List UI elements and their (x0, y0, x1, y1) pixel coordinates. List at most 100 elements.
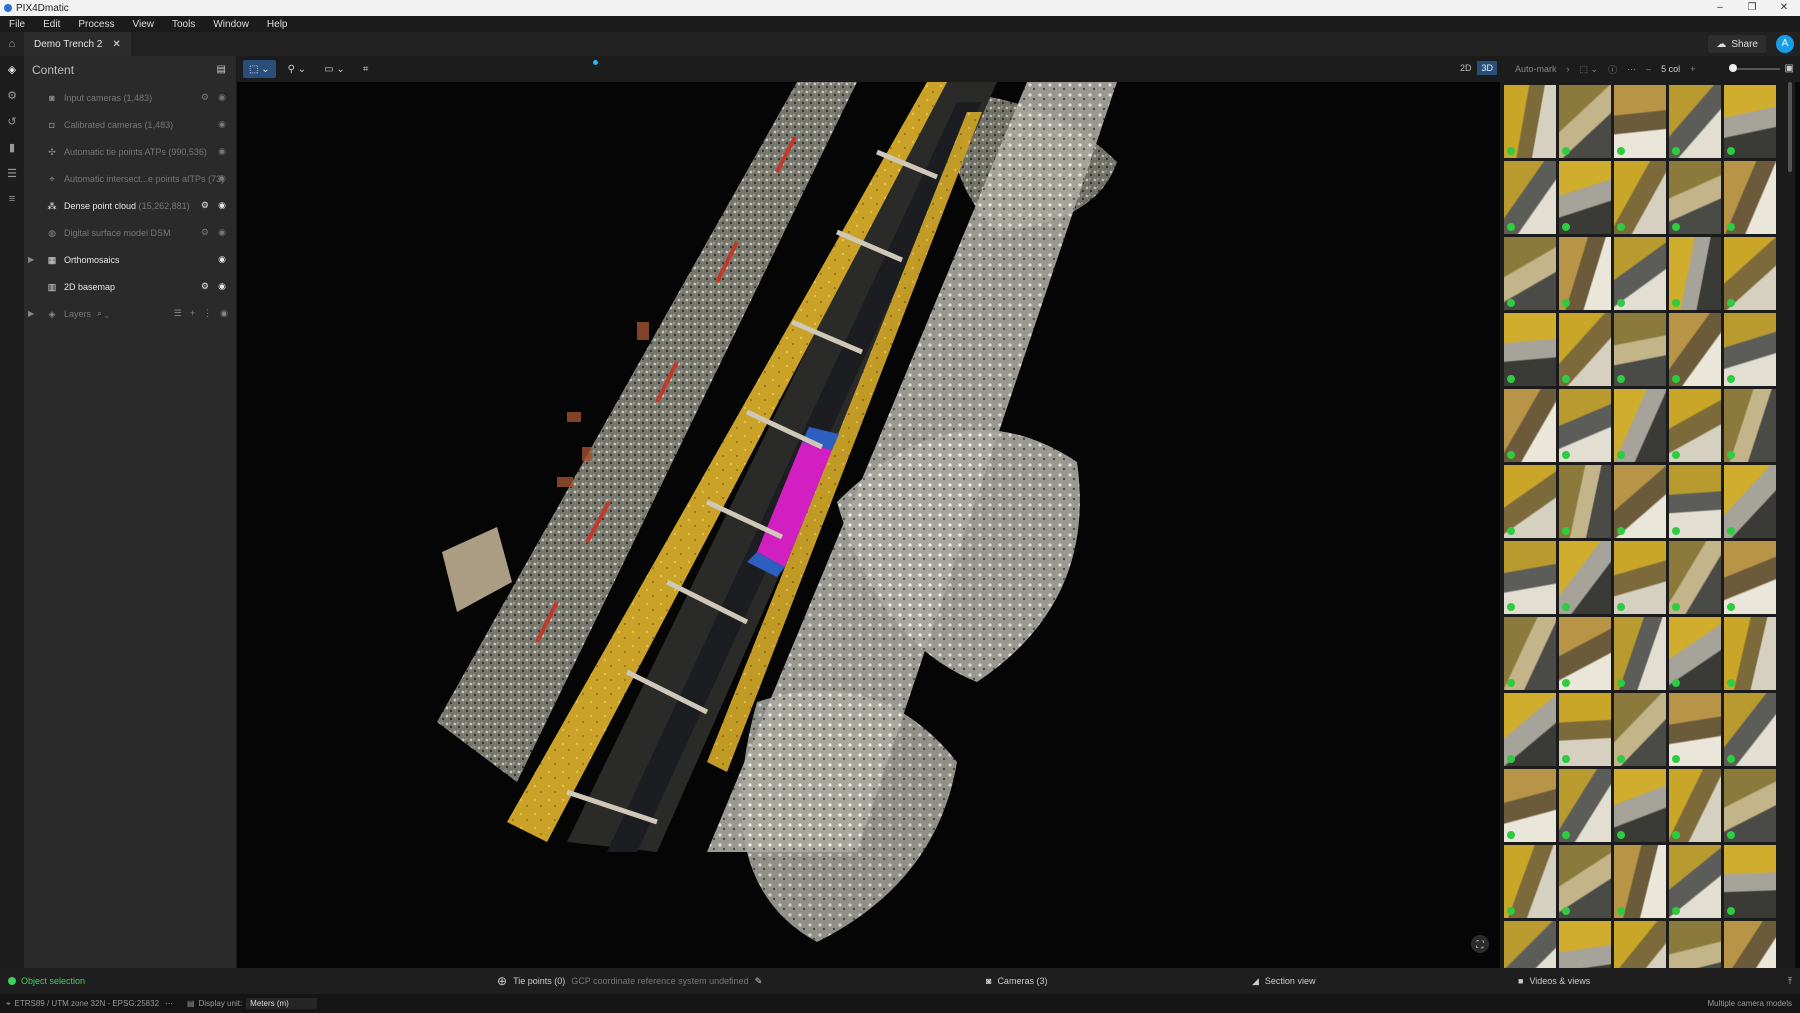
photo-thumbnail[interactable] (1669, 541, 1721, 614)
maximize-button[interactable]: ❐ (1736, 0, 1768, 16)
mode-3d-button[interactable]: 3D (1477, 61, 1497, 75)
photo-thumbnail[interactable] (1614, 769, 1666, 842)
photo-thumbnail[interactable] (1669, 161, 1721, 234)
photo-thumbnail[interactable] (1614, 161, 1666, 234)
photo-thumbnail[interactable] (1559, 465, 1611, 538)
videos-segment[interactable]: ■ Videos & views (1518, 976, 1590, 986)
search-icon[interactable]: ⌕ ⌄ (97, 308, 109, 319)
filter-dropdown[interactable]: ⬚ ⌄ (1580, 64, 1599, 75)
close-window-button[interactable]: ✕ (1768, 0, 1800, 16)
more-icon[interactable]: ⋮ (203, 308, 212, 319)
expand-arrow-icon[interactable]: ▶ (28, 255, 38, 264)
photo-thumbnail[interactable] (1559, 921, 1611, 968)
photo-thumbnail[interactable] (1614, 85, 1666, 158)
section-view-segment[interactable]: ◢ Section view (1252, 976, 1315, 987)
photo-thumbnail[interactable] (1669, 465, 1721, 538)
photo-thumbnail[interactable] (1724, 845, 1776, 918)
close-tab-icon[interactable]: ✕ (112, 39, 120, 50)
photo-thumbnail[interactable] (1724, 769, 1776, 842)
photo-thumbnail[interactable] (1559, 769, 1611, 842)
photo-thumbnail[interactable] (1504, 85, 1556, 158)
cameras-segment[interactable]: ◙ Cameras (3) (986, 976, 1047, 986)
home-icon[interactable]: ⌂ (0, 32, 24, 56)
photo-thumbnail[interactable] (1559, 541, 1611, 614)
avatar[interactable]: A (1776, 35, 1794, 53)
marker-tool-button[interactable]: ⚲ ⌄ (282, 60, 312, 78)
list-icon[interactable]: ≡ (0, 186, 24, 212)
layer-list-icon[interactable]: ☰ (174, 308, 182, 319)
photo-thumbnail[interactable] (1669, 845, 1721, 918)
panel-options-icon[interactable]: ▤ (217, 64, 226, 75)
photo-thumbnail[interactable] (1504, 389, 1556, 462)
photo-thumbnail[interactable] (1504, 921, 1556, 968)
content-item-dense-point-cloud[interactable]: ⁂ Dense point cloud (15,262,881) ⚙ ◉ (24, 192, 236, 219)
3d-viewport[interactable]: ⛶ (237, 82, 1505, 968)
menu-view[interactable]: View (123, 19, 163, 30)
layers-row[interactable]: ▶ ◈ Layers ⌕ ⌄ ☰ + ⋮ ◉ (24, 300, 236, 327)
photo-thumbnail[interactable] (1559, 313, 1611, 386)
crs-chevron-icon[interactable]: ⋯ (165, 999, 173, 1008)
eye-icon[interactable]: ◉ (218, 92, 226, 103)
menu-tools[interactable]: Tools (163, 19, 204, 30)
photo-thumbnail[interactable] (1614, 465, 1666, 538)
photo-thumbnail[interactable] (1559, 161, 1611, 234)
photo-thumbnail[interactable] (1669, 617, 1721, 690)
photo-thumbnail[interactable] (1724, 693, 1776, 766)
photo-thumbnail[interactable] (1669, 769, 1721, 842)
photo-thumbnail[interactable] (1614, 389, 1666, 462)
collapse-panel-icon[interactable]: ⤒ (1788, 976, 1792, 987)
photo-thumbnail[interactable] (1614, 845, 1666, 918)
photo-thumbnail[interactable] (1614, 237, 1666, 310)
photo-thumbnail[interactable] (1504, 617, 1556, 690)
gallery-scrollbar[interactable] (1788, 82, 1792, 172)
photo-thumbnail[interactable] (1559, 237, 1611, 310)
menu-help[interactable]: Help (258, 19, 297, 30)
gear-icon[interactable]: ⚙ (201, 92, 209, 103)
chart-icon[interactable]: ▮ (0, 134, 24, 160)
sliders-icon[interactable]: ☰ (0, 160, 24, 186)
eye-icon[interactable]: ◉ (218, 119, 226, 130)
minimize-button[interactable]: – (1704, 0, 1736, 16)
crop-tool-button[interactable]: ⌗ (357, 60, 375, 78)
view-tool-button[interactable]: ▭ ⌄ (318, 60, 351, 78)
photo-thumbnail[interactable] (1559, 693, 1611, 766)
slider-knob[interactable] (1729, 64, 1737, 72)
photo-thumbnail[interactable] (1504, 313, 1556, 386)
photo-thumbnail[interactable] (1614, 617, 1666, 690)
gallery-view-icon[interactable]: ▣ (1785, 63, 1794, 74)
photo-thumbnail[interactable] (1724, 541, 1776, 614)
edit-icon[interactable]: ✎ (755, 976, 763, 987)
menu-window[interactable]: Window (204, 19, 258, 30)
menu-process[interactable]: Process (69, 19, 123, 30)
settings-icon[interactable]: ⚙ (0, 82, 24, 108)
content-item-automatic-intersect-e-points-aitps[interactable]: ⌖ Automatic intersect...e points aITPs (7… (24, 165, 236, 192)
photo-thumbnail[interactable] (1559, 389, 1611, 462)
tab-demo-trench-2[interactable]: Demo Trench 2 ✕ (24, 32, 131, 56)
display-unit-select[interactable]: Meters (m) (246, 998, 317, 1009)
info-icon[interactable]: ⓘ (1608, 63, 1617, 76)
history-icon[interactable]: ↺ (0, 108, 24, 134)
object-selection-status[interactable]: Object selection (8, 976, 85, 986)
photo-thumbnail[interactable] (1669, 237, 1721, 310)
tie-points-segment[interactable]: ⊕ Tie points (0) GCP coordinate referenc… (497, 974, 762, 988)
expand-arrow-icon[interactable]: ▶ (28, 309, 38, 318)
photo-thumbnail[interactable] (1724, 161, 1776, 234)
photo-thumbnail[interactable] (1614, 693, 1666, 766)
photo-thumbnail[interactable] (1559, 845, 1611, 918)
content-item-automatic-tie-points-atps[interactable]: ✣ Automatic tie points ATPs (990,536) ◉ (24, 138, 236, 165)
content-item-digital-surface-model-dsm[interactable]: ◍ Digital surface model DSM ⚙ ◉ (24, 219, 236, 246)
eye-icon[interactable]: ◉ (218, 146, 226, 157)
photo-thumbnail[interactable] (1504, 693, 1556, 766)
gear-icon[interactable]: ⚙ (201, 200, 209, 211)
photo-thumbnail[interactable] (1504, 237, 1556, 310)
photo-thumbnail[interactable] (1504, 769, 1556, 842)
photo-thumbnail[interactable] (1504, 161, 1556, 234)
fit-view-icon[interactable]: ⛶ (1471, 935, 1489, 953)
photo-thumbnail[interactable] (1669, 313, 1721, 386)
photo-thumbnail[interactable] (1724, 921, 1776, 968)
photo-thumbnail[interactable] (1614, 921, 1666, 968)
photo-thumbnail[interactable] (1724, 313, 1776, 386)
photo-thumbnail[interactable] (1669, 693, 1721, 766)
photo-thumbnail[interactable] (1504, 845, 1556, 918)
eye-icon[interactable]: ◉ (218, 173, 226, 184)
